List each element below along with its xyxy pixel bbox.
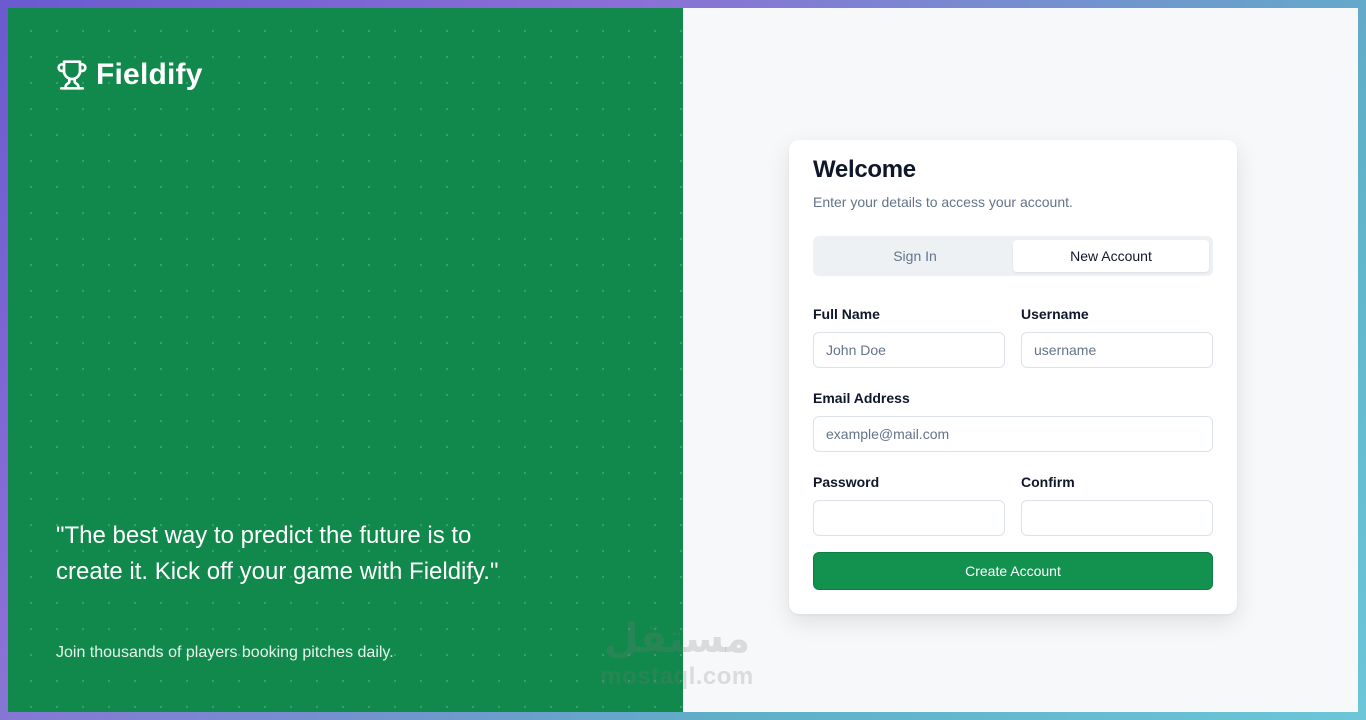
confirm-password-input[interactable]	[1021, 500, 1213, 536]
brand-name: Fieldify	[96, 58, 203, 91]
username-label: Username	[1021, 306, 1089, 322]
password-group: Password	[813, 474, 1005, 536]
full-name-label: Full Name	[813, 306, 880, 322]
create-account-button[interactable]: Create Account	[813, 552, 1213, 590]
hero-panel: Fieldify "The best way to predict the fu…	[8, 8, 683, 712]
trophy-icon	[56, 59, 88, 91]
username-input[interactable]	[1021, 332, 1213, 368]
auth-tabs: Sign In New Account	[813, 236, 1213, 276]
password-label: Password	[813, 474, 880, 490]
username-group: Username	[1021, 306, 1213, 368]
tab-sign-in[interactable]: Sign In	[817, 240, 1013, 272]
full-name-group: Full Name	[813, 306, 1005, 368]
hero-tagline: Join thousands of players booking pitche…	[56, 644, 394, 661]
brand-logo[interactable]: Fieldify	[56, 58, 203, 92]
card-subtitle: Enter your details to access your accoun…	[813, 194, 1073, 210]
auth-card: Welcome Enter your details to access you…	[789, 140, 1237, 614]
hero-quote: "The best way to predict the future is t…	[56, 522, 499, 585]
full-name-input[interactable]	[813, 332, 1005, 368]
password-input[interactable]	[813, 500, 1005, 536]
card-title: Welcome	[813, 156, 916, 183]
confirm-group: Confirm	[1021, 474, 1213, 536]
email-group: Email Address	[813, 390, 1213, 452]
confirm-label: Confirm	[1021, 474, 1075, 490]
email-label: Email Address	[813, 390, 910, 406]
tab-new-account[interactable]: New Account	[1013, 240, 1209, 272]
email-input[interactable]	[813, 416, 1213, 452]
